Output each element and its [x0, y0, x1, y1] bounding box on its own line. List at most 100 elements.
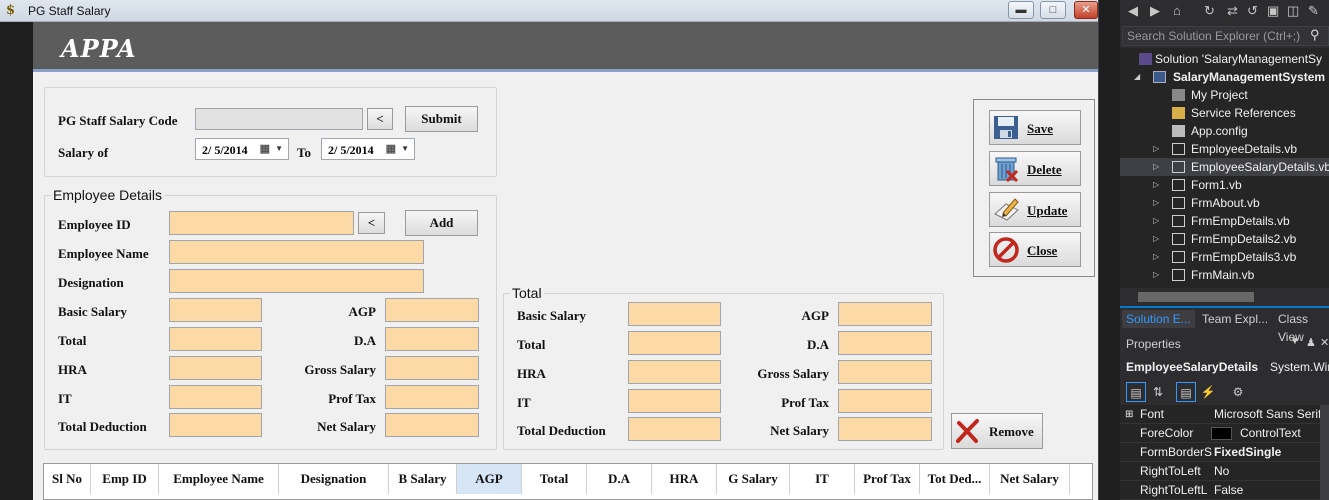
sync-icon[interactable]: ⇄ [1227, 3, 1238, 19]
collapse-icon[interactable]: ▣ [1267, 3, 1279, 19]
basic-salary-input[interactable] [169, 298, 262, 322]
total-da-input[interactable] [838, 331, 932, 355]
tree-item-solution[interactable]: Solution 'SalaryManagementSy [1120, 50, 1329, 68]
total-net-input[interactable] [838, 417, 932, 441]
column-header[interactable]: Tot Ded... [920, 464, 990, 494]
column-header[interactable]: Net Salary [990, 464, 1070, 494]
total-total-input[interactable] [628, 331, 721, 355]
total-it-input[interactable] [628, 389, 721, 413]
column-header[interactable]: Employee Name [159, 464, 279, 494]
da-input[interactable] [385, 327, 479, 351]
total-deduction-input[interactable] [628, 417, 721, 441]
close-icon[interactable]: ✕ [1320, 336, 1329, 349]
add-button[interactable]: Add [405, 210, 478, 236]
tree-item[interactable]: ▷ FrmEmpDetails2.vb [1120, 230, 1329, 248]
show-all-icon[interactable]: ◫ [1287, 3, 1299, 19]
home-icon[interactable]: ⌂ [1173, 3, 1181, 18]
property-row[interactable]: ForeColor ControlText [1120, 424, 1329, 443]
forward-icon[interactable]: ▶ [1150, 3, 1160, 19]
properties-view-icon[interactable]: ▤ [1176, 382, 1196, 402]
categorized-icon[interactable]: ▤ [1126, 382, 1146, 402]
remove-button[interactable]: Remove [951, 413, 1043, 449]
column-header[interactable]: B Salary [389, 464, 457, 494]
column-header[interactable]: Designation [279, 464, 389, 494]
tree-item-project[interactable]: ◢ SalaryManagementSystem [1120, 68, 1329, 86]
total-agp-input[interactable] [838, 302, 932, 326]
tree-item-selected[interactable]: ▷ EmployeeSalaryDetails.vb [1120, 158, 1329, 176]
it-input[interactable] [169, 385, 262, 409]
employee-id-input[interactable] [169, 211, 354, 235]
tree-item[interactable]: Service References [1120, 104, 1329, 122]
vs-splitter[interactable] [1098, 0, 1120, 500]
column-header[interactable]: Prof Tax [855, 464, 920, 494]
tree-item[interactable]: ▷ Form1.vb [1120, 176, 1329, 194]
hra-input[interactable] [169, 356, 262, 380]
maximize-button[interactable]: □ [1040, 1, 1066, 19]
close-button[interactable]: Close [989, 232, 1081, 267]
employee-prev-button[interactable]: < [358, 212, 385, 234]
property-row[interactable]: ⊞ Font Microsoft Sans Serif, [1120, 405, 1329, 424]
to-date-picker[interactable]: 2/ 5/2014 ▦ ▼ [321, 138, 415, 160]
properties-icon[interactable]: ✎ [1308, 3, 1319, 19]
property-pages-icon[interactable]: ⚙ [1228, 382, 1248, 402]
total-gross-input[interactable] [838, 360, 932, 384]
events-icon[interactable]: ⚡ [1198, 382, 1218, 402]
solution-search-input[interactable]: Search Solution Explorer (Ctrl+;) [1122, 26, 1329, 46]
column-header[interactable]: HRA [652, 464, 717, 494]
save-button[interactable]: Save [989, 110, 1081, 145]
tree-item[interactable]: ▷ EmployeeDetails.vb [1120, 140, 1329, 158]
employee-name-input[interactable] [169, 240, 424, 264]
column-header-selected[interactable]: AGP [457, 464, 522, 494]
total-input[interactable] [169, 327, 262, 351]
column-header[interactable]: G Salary [717, 464, 790, 494]
designation-input[interactable] [169, 269, 424, 293]
salary-code-input[interactable] [195, 108, 363, 130]
solution-tree[interactable]: Solution 'SalaryManagementSy ◢ SalaryMan… [1120, 48, 1329, 288]
refresh-icon[interactable]: ↺ [1247, 3, 1258, 19]
column-header[interactable]: Total [522, 464, 587, 494]
pin-icon[interactable]: ♟ [1306, 336, 1316, 349]
submit-button[interactable]: Submit [405, 106, 478, 132]
title-bar[interactable]: $ PG Staff Salary ▬ □ ✕ [0, 0, 1098, 22]
history-icon[interactable]: ↻ [1204, 3, 1215, 19]
delete-button[interactable]: Delete [989, 151, 1081, 186]
net-salary-input[interactable] [385, 413, 479, 437]
expand-icon[interactable]: ⊞ [1125, 405, 1133, 424]
column-header[interactable]: IT [790, 464, 855, 494]
property-row[interactable]: FormBorderS FixedSingle [1120, 443, 1329, 462]
alphabetical-icon[interactable]: ⇅ [1148, 382, 1168, 402]
tab-solution-explorer[interactable]: Solution E... [1122, 310, 1195, 328]
column-header[interactable]: D.A [587, 464, 652, 494]
salary-grid[interactable]: Sl No Emp ID Employee Name Designation B… [43, 463, 1093, 500]
total-basic-input[interactable] [628, 302, 721, 326]
column-header[interactable]: Emp ID [91, 464, 159, 494]
minimize-button[interactable]: ▬ [1008, 1, 1034, 19]
tab-team-explorer[interactable]: Team Expl... [1198, 310, 1272, 328]
property-row[interactable]: RightToLeft No [1120, 462, 1329, 481]
column-header[interactable]: Sl No [44, 464, 91, 494]
tree-item[interactable]: ▷ FrmAbout.vb [1120, 194, 1329, 212]
update-button[interactable]: Update [989, 192, 1081, 227]
total-hra-input[interactable] [628, 360, 721, 384]
properties-grid[interactable]: ⊞ Font Microsoft Sans Serif, ForeColor C… [1120, 405, 1329, 500]
close-window-button[interactable]: ✕ [1074, 1, 1098, 19]
tab-class-view[interactable]: Class View [1274, 310, 1329, 344]
total-deduction-input[interactable] [169, 413, 262, 437]
search-icon[interactable]: ⚲ [1310, 27, 1320, 43]
tree-item[interactable]: ▷ FrmEmpDetails3.vb [1120, 248, 1329, 266]
properties-scrollbar[interactable] [1320, 405, 1329, 500]
tree-item[interactable]: ▷ FrmEmpDetails.vb [1120, 212, 1329, 230]
tree-item[interactable]: ▷ FrmMain.vb [1120, 266, 1329, 284]
tree-item[interactable]: App.config [1120, 122, 1329, 140]
property-row[interactable]: RightToLeftL False [1120, 481, 1329, 500]
from-date-picker[interactable]: 2/ 5/2014 ▦ ▼ [195, 138, 289, 160]
back-icon[interactable]: ◀ [1128, 3, 1138, 19]
prof-tax-input[interactable] [385, 385, 479, 409]
total-prof-input[interactable] [838, 389, 932, 413]
scrollbar-thumb[interactable] [1138, 292, 1254, 302]
dropdown-icon[interactable]: ▼ [1290, 336, 1300, 347]
gross-salary-input[interactable] [385, 356, 479, 380]
code-prev-button[interactable]: < [367, 108, 393, 130]
tree-item[interactable]: My Project [1120, 86, 1329, 104]
agp-input[interactable] [385, 298, 479, 322]
